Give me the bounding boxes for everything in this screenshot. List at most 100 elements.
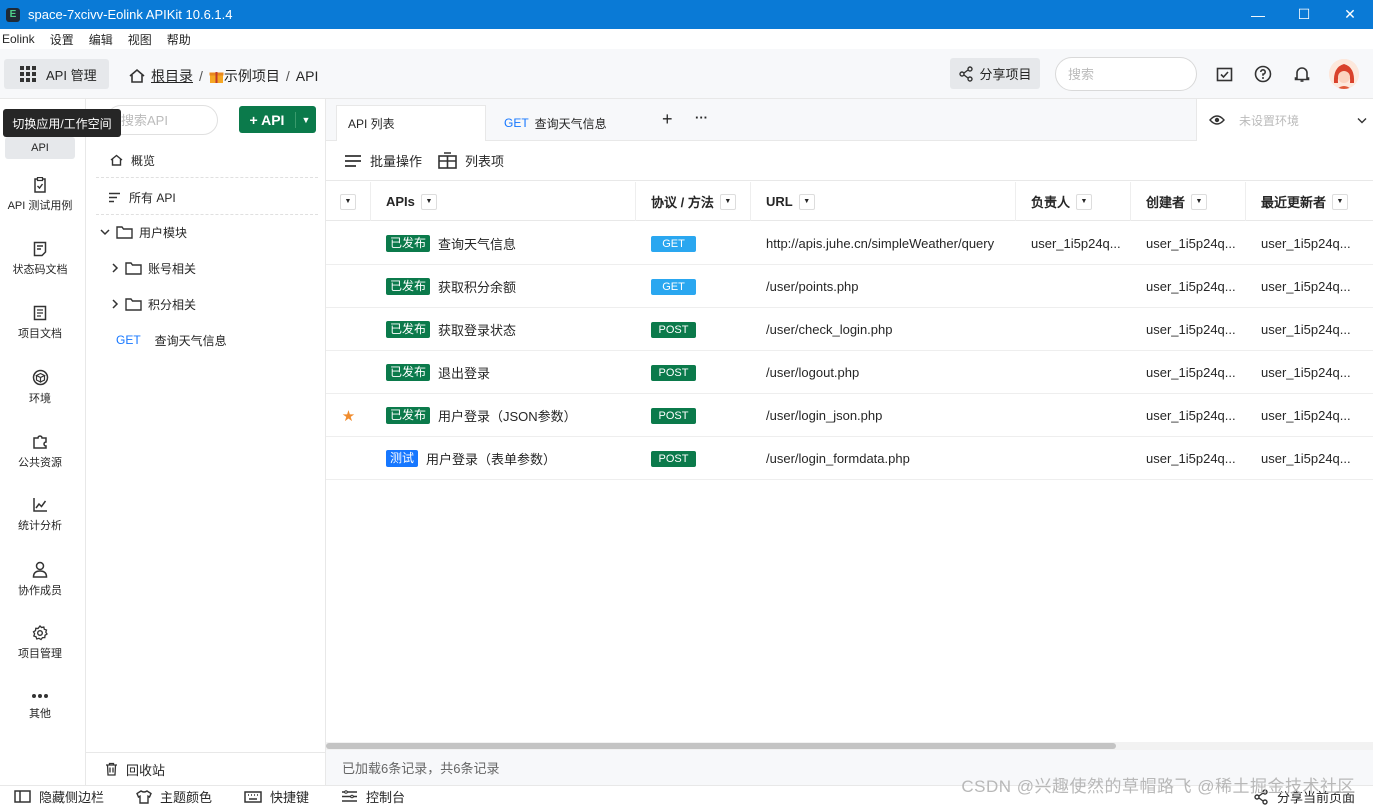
api-name[interactable]: 用户登录（JSON参数）	[438, 406, 577, 425]
table-row[interactable]: 已发布 查询天气信息 GET http://apis.juhe.cn/simpleWe…	[326, 222, 1373, 265]
menubar: Eolink 设置 编辑 视图 帮助	[0, 29, 1373, 49]
share-project-button[interactable]: 分享项目	[950, 58, 1040, 89]
caret-down-icon[interactable]: ▼	[798, 193, 815, 210]
api-name-cell[interactable]: 测试 用户登录（表单参数）	[386, 437, 636, 480]
column-settings-button[interactable]: 列表项	[438, 151, 504, 170]
maximize-icon[interactable]: ☐	[1281, 0, 1327, 29]
home-icon	[129, 68, 145, 83]
help-icon[interactable]	[1254, 65, 1272, 83]
rail-item-api-test-cases[interactable]: API 测试用例	[0, 177, 80, 213]
divider	[96, 177, 318, 178]
tab-api-list[interactable]: API 列表	[336, 105, 486, 141]
col-header-apis[interactable]: APIs ▼	[371, 182, 636, 221]
batch-operation-button[interactable]: 批量操作	[344, 151, 422, 170]
col-header-protocol[interactable]: 协议 / 方法 ▼	[636, 182, 751, 221]
api-name[interactable]: 获取登录状态	[438, 320, 516, 339]
col-header-updater[interactable]: 最近更新者 ▼	[1246, 182, 1373, 221]
caret-down-icon[interactable]: ▼	[719, 193, 736, 210]
rail-item-project-management[interactable]: 项目管理	[0, 625, 80, 661]
table-row[interactable]: 已发布 退出登录 POST/user/logout.php user_1i5p24q.…	[326, 351, 1373, 394]
rail-label: 其他	[29, 708, 51, 720]
api-name-cell[interactable]: 已发布 获取登录状态	[386, 308, 636, 351]
eye-icon	[1209, 115, 1225, 125]
caret-down-icon[interactable]: ▼	[1076, 193, 1093, 210]
updater-cell: user_1i5p24q...	[1261, 236, 1351, 251]
hide-sidebar-button[interactable]: 隐藏侧边栏	[14, 787, 104, 806]
menu-eolink[interactable]: Eolink	[2, 32, 35, 46]
user-avatar[interactable]	[1329, 59, 1359, 89]
star-icon[interactable]	[326, 222, 371, 265]
add-tab-button[interactable]: +	[662, 109, 673, 130]
more-tabs-button[interactable]: ···	[695, 110, 708, 125]
tree-item-overview[interactable]: 概览	[86, 143, 326, 177]
star-icon[interactable]	[326, 351, 371, 394]
tree-label: 概览	[131, 153, 156, 168]
minimize-icon[interactable]: —	[1235, 0, 1281, 29]
breadcrumb-project[interactable]: 示例项目	[224, 66, 280, 86]
scrollbar-thumb[interactable]	[326, 743, 1116, 749]
rail-item-more[interactable]: 其他	[0, 691, 80, 721]
rail-item-members[interactable]: 协作成员	[0, 561, 80, 598]
tree-item-all-api[interactable]: 所有 API	[86, 180, 326, 214]
api-name[interactable]: 用户登录（表单参数）	[426, 449, 556, 468]
api-name-cell[interactable]: 已发布 用户登录（JSON参数）	[386, 394, 636, 437]
owner-cell	[1031, 265, 1131, 308]
table-row[interactable]: 测试 用户登录（表单参数） POST/user/login_formdata.php…	[326, 437, 1373, 480]
environment-select[interactable]: 未设置环境	[1196, 99, 1373, 141]
add-api-button[interactable]: + API ▼	[239, 106, 316, 133]
table-row[interactable]: 已发布 获取积分余额 GET/user/points.php user_1i5p24q…	[326, 265, 1373, 308]
add-api-label[interactable]: + API	[239, 111, 296, 128]
rail-item-api[interactable]: API	[5, 137, 75, 159]
horizontal-scrollbar[interactable]	[326, 742, 1373, 750]
close-icon[interactable]: ✕	[1327, 0, 1373, 29]
tree-subgroup-account[interactable]: 账号相关	[86, 251, 326, 285]
breadcrumb-root[interactable]: 根目录	[151, 66, 193, 86]
row-select-header[interactable]: ▼	[326, 182, 371, 221]
table-row[interactable]: ★ 已发布 用户登录（JSON参数） POST/user/login_json.php…	[326, 394, 1373, 437]
task-check-icon[interactable]	[1215, 65, 1233, 83]
caret-down-icon[interactable]: ▼	[340, 193, 356, 210]
rail-item-statistics[interactable]: 统计分析	[0, 497, 80, 533]
menu-edit[interactable]: 编辑	[89, 31, 113, 48]
table-row[interactable]: 已发布 获取登录状态 POST/user/check_login.php user_1…	[326, 308, 1373, 351]
api-name-cell[interactable]: 已发布 退出登录	[386, 351, 636, 394]
api-name[interactable]: 获取积分余额	[438, 277, 516, 296]
caret-down-icon[interactable]: ▼	[296, 115, 316, 125]
tree-group-user-module[interactable]: 用户模块	[86, 215, 326, 249]
rail-item-environment[interactable]: 环境	[0, 369, 80, 406]
theme-color-button[interactable]: 主题颜色	[136, 787, 212, 806]
col-header-creator[interactable]: 创建者 ▼	[1131, 182, 1246, 221]
api-search-input[interactable]	[106, 105, 218, 135]
recycle-bin-button[interactable]: 回收站	[86, 752, 326, 785]
api-name-cell[interactable]: 已发布 查询天气信息	[386, 222, 636, 265]
rail-item-status-code-docs[interactable]: 状态码文档	[0, 241, 80, 277]
col-header-owner[interactable]: 负责人 ▼	[1016, 182, 1131, 221]
rail-item-public-resources[interactable]: 公共资源	[0, 433, 80, 470]
notification-bell-icon[interactable]	[1293, 65, 1311, 83]
folder-icon	[116, 225, 133, 239]
menu-view[interactable]: 视图	[128, 31, 152, 48]
caret-down-icon[interactable]: ▼	[420, 193, 437, 210]
caret-down-icon[interactable]: ▼	[1332, 193, 1349, 210]
tree-subgroup-points[interactable]: 积分相关	[86, 287, 326, 321]
method-badge: POST	[651, 450, 696, 467]
menu-settings[interactable]: 设置	[50, 31, 74, 48]
col-header-url[interactable]: URL ▼	[751, 182, 1016, 221]
api-name[interactable]: 退出登录	[438, 363, 490, 382]
api-name[interactable]: 查询天气信息	[438, 234, 516, 253]
tab-weather-api[interactable]: GET 查询天气信息	[496, 105, 646, 141]
star-icon[interactable]	[326, 308, 371, 351]
star-icon[interactable]: ★	[326, 394, 371, 437]
menu-help[interactable]: 帮助	[167, 31, 191, 48]
rail-item-project-docs[interactable]: 项目文档	[0, 305, 80, 341]
console-button[interactable]: 控制台	[341, 787, 405, 806]
app-switch-button[interactable]: API 管理	[4, 59, 109, 89]
shortcuts-button[interactable]: 快捷键	[244, 787, 309, 806]
star-icon[interactable]	[326, 265, 371, 308]
api-name-cell[interactable]: 已发布 获取积分余额	[386, 265, 636, 308]
tree-api-weather[interactable]: GET 查询天气信息	[86, 323, 326, 357]
star-icon[interactable]	[326, 437, 371, 480]
status-badge: 已发布	[386, 321, 431, 338]
caret-down-icon[interactable]: ▼	[1191, 193, 1208, 210]
global-search-input[interactable]	[1055, 57, 1197, 91]
